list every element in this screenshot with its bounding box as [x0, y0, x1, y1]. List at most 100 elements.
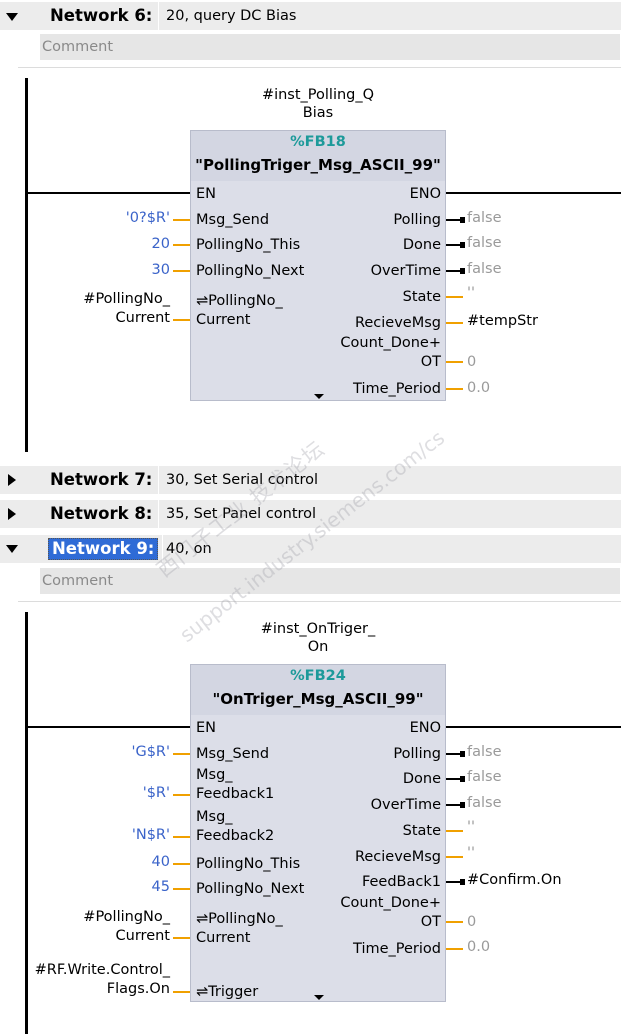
eno-flow-line — [446, 192, 621, 194]
expand-arrow-icon[interactable] — [314, 995, 324, 1000]
power-flow-line — [25, 192, 190, 194]
input-connector — [173, 863, 190, 865]
power-flow-line — [25, 726, 190, 728]
header-separator — [158, 466, 159, 494]
network-6-desc[interactable]: 20, query DC Bias — [166, 6, 296, 26]
fb1-instance-line1: #inst_Polling_Q — [261, 87, 375, 103]
fb24-msg-send-pin: Msg_Send — [196, 746, 270, 762]
fb18-overtime-value[interactable]: false — [467, 260, 502, 278]
output-connector — [446, 217, 465, 223]
input-connector — [173, 270, 190, 272]
fb24-this-pin: PollingNo_This — [196, 856, 301, 872]
network-7-title: Network 7: — [50, 470, 153, 489]
network-6-header[interactable]: Network 6: 20, query DC Bias — [0, 2, 621, 30]
fb18-state-value[interactable]: '' — [467, 284, 475, 302]
fb24-current-pin-l2: Current — [196, 930, 251, 946]
fb24-number: %FB24 — [290, 668, 346, 684]
fb24-count-pin-l2: OT — [420, 914, 441, 930]
input-connector — [173, 991, 190, 993]
network-6-title: Network 6: — [50, 6, 153, 25]
input-connector — [173, 937, 190, 939]
fb18-current-value-l2[interactable]: Current — [116, 309, 170, 327]
fb24-feedback1-value[interactable]: #Confirm.On — [467, 871, 562, 889]
input-connector — [173, 244, 190, 246]
fb18-time-value[interactable]: 0.0 — [467, 379, 490, 397]
power-rail-left — [25, 78, 28, 452]
fb18-msg-send-pin: Msg_Send — [196, 212, 270, 228]
fb18-polling-value[interactable]: false — [467, 209, 502, 227]
collapse-triangle-icon[interactable] — [6, 545, 18, 553]
collapse-triangle-icon[interactable] — [6, 13, 18, 21]
fb18-recieve-pin: RecieveMsg — [354, 315, 441, 331]
fb18-done-value[interactable]: false — [467, 234, 502, 252]
fb24-feedback1-value[interactable]: '$R' — [143, 784, 170, 802]
fb24-overtime-value[interactable]: false — [467, 794, 502, 812]
input-connector — [173, 794, 190, 796]
fb18-recieve-value[interactable]: #tempStr — [467, 312, 538, 330]
input-connector — [173, 219, 190, 221]
header-separator — [158, 500, 159, 528]
fb24-feedback2-value[interactable]: 'N$R' — [132, 826, 170, 844]
input-connector — [173, 836, 190, 838]
fb18-current-value-l1[interactable]: #PollingNo_ — [83, 290, 170, 308]
output-connector — [446, 802, 465, 808]
output-connector — [446, 921, 463, 923]
fb18-msg-send-value[interactable]: '0?$R' — [126, 209, 170, 227]
fb24-trigger-value-l2[interactable]: Flags.On — [107, 980, 170, 998]
fb24-current-value-l2[interactable]: Current — [116, 927, 170, 945]
output-connector — [446, 751, 465, 757]
fb2-instance-line1: #inst_OnTriger_ — [260, 621, 376, 637]
fb24-feedback2-pin-l2: Feedback2 — [196, 828, 275, 844]
output-connector — [446, 322, 463, 324]
fb24-next-value[interactable]: 45 — [152, 878, 170, 896]
fb24-current-value-l1[interactable]: #PollingNo_ — [83, 908, 170, 926]
output-connector — [446, 388, 463, 390]
output-connector — [446, 268, 465, 274]
output-connector — [446, 830, 463, 832]
fb24-en-pin: EN — [196, 720, 217, 736]
fb18-polling-pin: Polling — [393, 212, 441, 228]
fb24-trigger-value-l1[interactable]: #RF.Write.Control_ — [35, 961, 170, 979]
fb18-this-value[interactable]: 20 — [152, 235, 170, 253]
fb18-next-value[interactable]: 30 — [152, 261, 170, 279]
expand-triangle-icon[interactable] — [8, 474, 16, 486]
fb24-recieve-value[interactable]: '' — [467, 844, 475, 862]
fb18-current-pin-l2: Current — [196, 312, 251, 328]
expand-triangle-icon[interactable] — [8, 508, 16, 520]
fb18-state-pin: State — [402, 289, 441, 305]
fb18-count-pin-l1: Count_Done+ — [340, 335, 441, 351]
fb24-polling-value[interactable]: false — [467, 743, 502, 761]
fb24-count-value[interactable]: 0 — [467, 913, 476, 931]
network-9-title[interactable]: Network 9: — [48, 538, 159, 560]
output-connector — [446, 296, 463, 298]
output-connector — [446, 776, 465, 782]
fb18-en-pin: EN — [196, 186, 217, 202]
fb24-feedback2-pin-l1: Msg_ — [196, 809, 233, 825]
network-8-title: Network 8: — [50, 504, 153, 523]
fb24-msg-send-value[interactable]: 'G$R' — [131, 743, 170, 761]
network-9-comment[interactable]: Comment — [40, 568, 620, 594]
fb24-feedback1-pin-l1: Msg_ — [196, 767, 233, 783]
fb18-this-pin: PollingNo_This — [196, 237, 301, 253]
input-connector — [173, 319, 190, 321]
fb18-time-pin: Time_Period — [353, 381, 441, 397]
fb18-count-value[interactable]: 0 — [467, 353, 476, 371]
expand-arrow-icon[interactable] — [314, 394, 324, 399]
fb24-state-value[interactable]: '' — [467, 818, 475, 836]
fb24-polling-pin: Polling — [393, 746, 441, 762]
network-6-comment[interactable]: Comment — [40, 34, 620, 60]
output-connector — [446, 242, 465, 248]
header-separator — [158, 2, 159, 30]
fb18-eno-pin: ENO — [409, 186, 441, 202]
fb24-done-value[interactable]: false — [467, 768, 502, 786]
fb18-number: %FB18 — [290, 134, 346, 150]
fb24-count-pin-l1: Count_Done+ — [340, 895, 441, 911]
input-connector — [173, 888, 190, 890]
fb24-done-pin: Done — [402, 771, 441, 787]
output-connector — [446, 879, 465, 885]
fb24-this-value[interactable]: 40 — [152, 853, 170, 871]
fb24-time-value[interactable]: 0.0 — [467, 938, 490, 956]
fb24-overtime-pin: OverTime — [370, 797, 441, 813]
fb1-instance-line2: Bias — [302, 105, 334, 121]
fb18-overtime-pin: OverTime — [370, 263, 441, 279]
